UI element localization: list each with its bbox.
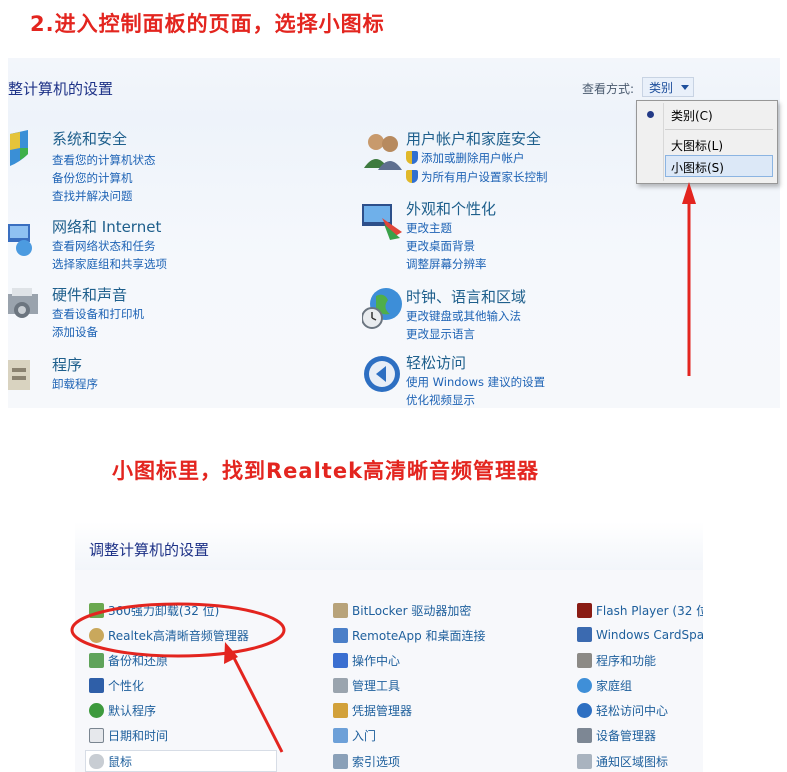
annotation-circle [70,602,286,658]
annotation-arrow-head [682,182,696,204]
annotation-overlay [70,182,696,753]
annotation-arrow-shaft [230,653,284,753]
